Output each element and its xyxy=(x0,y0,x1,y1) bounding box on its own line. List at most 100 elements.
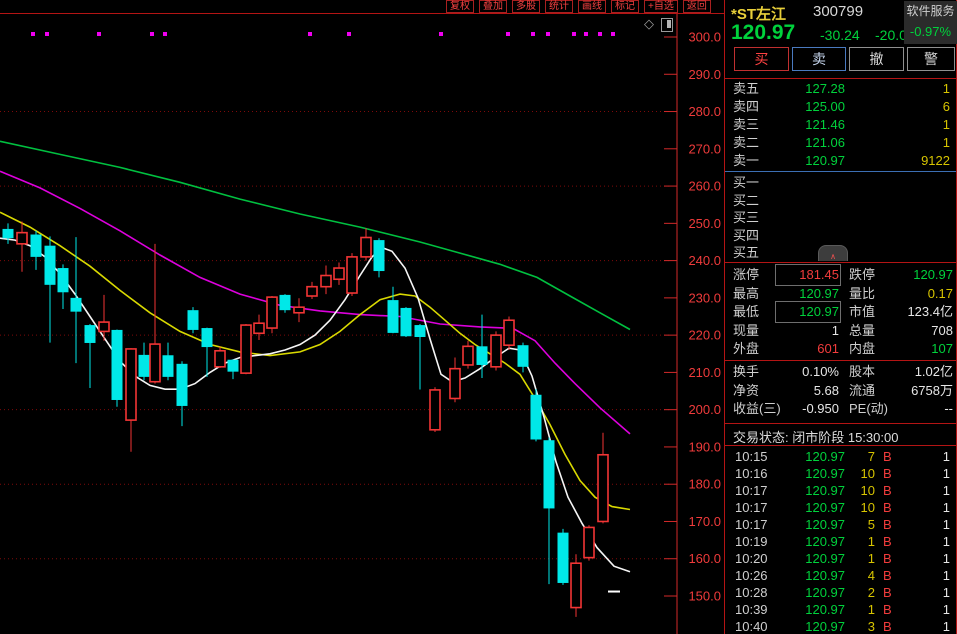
trade-price: 120.97 xyxy=(781,499,845,516)
candle xyxy=(71,237,82,363)
order-button[interactable]: 撤 xyxy=(849,47,904,71)
candle-body-up xyxy=(126,349,136,420)
bid-row[interactable]: 买三 xyxy=(725,209,956,227)
order-button[interactable]: 买 xyxy=(734,47,789,71)
marker-dot xyxy=(347,32,351,36)
trade-row[interactable]: 10:19120.971B1 xyxy=(725,533,956,550)
candle-body-down xyxy=(45,246,56,285)
trade-row[interactable]: 10:40120.973B1 xyxy=(725,618,956,634)
ma-long-green xyxy=(0,141,630,329)
diamond-marker-icon[interactable]: ◇ xyxy=(644,17,654,31)
candle xyxy=(584,525,594,560)
trade-count: 1 xyxy=(910,448,950,465)
order-button[interactable]: 卖 xyxy=(792,47,846,71)
candle-body-down xyxy=(558,533,569,583)
ask-row[interactable]: 卖二121.061 xyxy=(725,134,956,152)
candle-body-down xyxy=(401,308,412,336)
trade-side: B xyxy=(883,482,892,499)
marker-dot xyxy=(163,32,167,36)
ask-row[interactable]: 卖一120.979122 xyxy=(725,152,956,170)
candle xyxy=(388,287,399,334)
candle-body-up xyxy=(294,307,304,313)
level-label: 买四 xyxy=(733,227,759,245)
toolbar-button[interactable]: +自选 xyxy=(644,0,678,13)
candle-body-down xyxy=(177,364,188,406)
marker-dot xyxy=(150,32,154,36)
trade-row[interactable]: 10:28120.972B1 xyxy=(725,584,956,601)
candlestick-chart[interactable]: 300.0290.0280.0270.0260.0250.0240.0230.0… xyxy=(0,14,724,634)
toolbar-button[interactable]: 多股 xyxy=(512,0,540,13)
trade-side: B xyxy=(883,584,892,601)
divider xyxy=(725,423,956,424)
toolbar-button[interactable]: 统计 xyxy=(545,0,573,13)
level-label: 卖三 xyxy=(733,116,759,134)
trade-row[interactable]: 10:39120.971B1 xyxy=(725,601,956,618)
candle xyxy=(463,341,473,369)
trade-price: 120.97 xyxy=(781,601,845,618)
stat-value: -0.950 xyxy=(777,400,839,418)
candle-body-down xyxy=(544,440,555,508)
kline-chart-area[interactable]: 300.0290.0280.0270.0260.0250.0240.0230.0… xyxy=(0,14,724,634)
stat-value: -- xyxy=(881,400,953,418)
candle-body-down xyxy=(112,330,123,400)
trade-time: 10:19 xyxy=(735,533,768,550)
order-button[interactable]: 警 xyxy=(907,47,955,71)
candle-body-down xyxy=(477,346,488,365)
candles xyxy=(3,221,621,616)
ask-row[interactable]: 卖五127.281 xyxy=(725,80,956,98)
stat-value: 1.02亿 xyxy=(881,363,953,381)
level-price: 121.06 xyxy=(781,134,845,152)
toolbar-button[interactable]: 叠加 xyxy=(479,0,507,13)
window-panel-icon[interactable] xyxy=(661,18,673,32)
bid-row[interactable]: 买一 xyxy=(725,174,956,192)
candle xyxy=(544,438,555,584)
trade-row[interactable]: 10:20120.971B1 xyxy=(725,550,956,567)
bid-row[interactable]: 买四 xyxy=(725,227,956,245)
candle-body-up xyxy=(463,346,473,365)
axis-label: 250.0 xyxy=(688,216,721,231)
toolbar-button[interactable]: 返回 xyxy=(683,0,711,13)
trade-volume: 2 xyxy=(845,584,875,601)
candle xyxy=(450,357,460,402)
candle xyxy=(241,324,251,374)
candle xyxy=(294,298,304,322)
trade-row[interactable]: 10:15120.977B1 xyxy=(725,448,956,465)
trade-price: 120.97 xyxy=(781,516,845,533)
ask-row[interactable]: 卖三121.461 xyxy=(725,116,956,134)
toolbar-button[interactable]: 画线 xyxy=(578,0,606,13)
collapse-tab[interactable]: ∧ xyxy=(818,245,848,261)
trade-row[interactable]: 10:17120.9710B1 xyxy=(725,499,956,516)
stat-value: 181.45 xyxy=(777,266,839,284)
axis-label: 160.0 xyxy=(688,551,721,566)
candle xyxy=(531,389,542,441)
bid-row[interactable]: 买二 xyxy=(725,192,956,210)
chart-toolbar: 复权叠加多股统计画线标记 +自选返回 xyxy=(0,0,724,13)
toolbar-button[interactable]: 复权 xyxy=(446,0,474,13)
candle-body-up xyxy=(150,344,160,382)
candle xyxy=(228,359,239,379)
divider xyxy=(725,262,956,263)
candle xyxy=(188,307,199,333)
trade-row[interactable]: 10:26120.974B1 xyxy=(725,567,956,584)
marker-dot xyxy=(31,32,35,36)
marker-dot xyxy=(439,32,443,36)
sector-box[interactable]: 软件服务 -0.97% xyxy=(904,1,957,44)
stat-row: 最高120.97量比0.17 xyxy=(725,285,956,303)
stat-value: 6758万 xyxy=(881,382,953,400)
axis-label: 270.0 xyxy=(688,141,721,156)
stat-label: 最低 xyxy=(733,303,759,321)
trade-row[interactable]: 10:17120.9710B1 xyxy=(725,482,956,499)
level-label: 卖一 xyxy=(733,152,759,170)
ask-row[interactable]: 卖四125.006 xyxy=(725,98,956,116)
divider xyxy=(725,445,956,446)
candle xyxy=(571,554,581,617)
stat-label: 跌停 xyxy=(849,266,875,284)
trade-row[interactable]: 10:16120.9710B1 xyxy=(725,465,956,482)
candle xyxy=(307,282,317,299)
trade-volume: 1 xyxy=(845,550,875,567)
axis-label: 150.0 xyxy=(688,589,721,604)
level-price: 120.97 xyxy=(781,152,845,170)
stat-value: 120.97 xyxy=(881,266,953,284)
trade-row[interactable]: 10:17120.975B1 xyxy=(725,516,956,533)
toolbar-button[interactable]: 标记 xyxy=(611,0,639,13)
